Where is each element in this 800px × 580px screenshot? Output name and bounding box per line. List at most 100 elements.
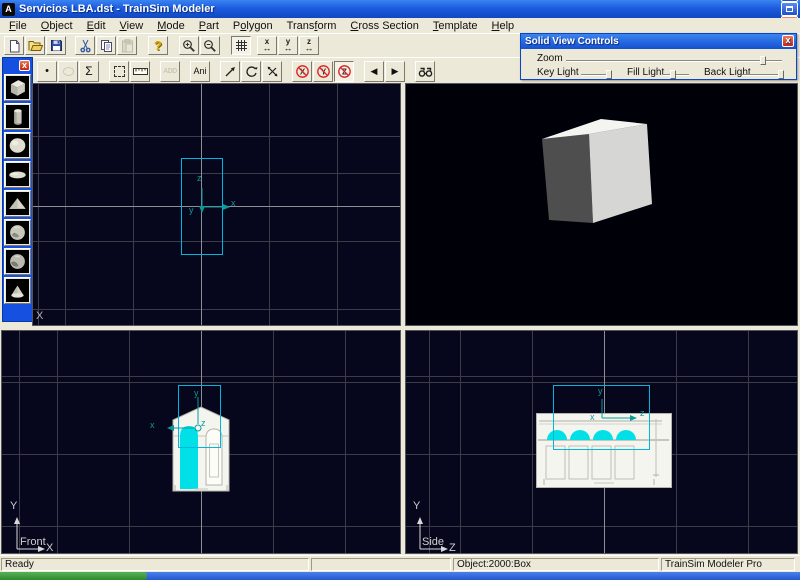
- zoom-slider-track[interactable]: [566, 60, 782, 62]
- view-name-label: Front: [20, 537, 46, 548]
- close-icon[interactable]: x: [19, 60, 30, 71]
- rotate-icon: [245, 65, 258, 78]
- shape-pyramid-button[interactable]: [4, 190, 31, 217]
- toolbar-separator: [283, 61, 292, 81]
- ellipse-button[interactable]: [58, 61, 78, 82]
- dialog-titlebar[interactable]: Solid View Controls x: [521, 34, 796, 49]
- add-polygon-button[interactable]: ADD: [160, 61, 180, 82]
- corner-axis-vertical: Y: [10, 501, 17, 512]
- zoom-slider-thumb[interactable]: [760, 56, 766, 65]
- menu-edit[interactable]: Edit: [80, 20, 113, 32]
- move-button[interactable]: [220, 61, 240, 82]
- menu-object[interactable]: Object: [34, 20, 80, 32]
- cut-button[interactable]: [75, 36, 95, 55]
- dialog-title: Solid View Controls: [525, 36, 619, 47]
- shape-globe-button[interactable]: [4, 219, 31, 246]
- shape-globe-2-button[interactable]: [4, 248, 31, 275]
- lock-z-icon: Z: [337, 64, 352, 79]
- taskbar: [0, 572, 800, 580]
- copy-button[interactable]: [96, 36, 116, 55]
- help-button[interactable]: ?: [148, 36, 168, 55]
- find-button[interactable]: [415, 61, 435, 82]
- lock-y-button[interactable]: Y: [313, 61, 333, 82]
- paste-icon: [121, 39, 134, 53]
- vertical-splitter[interactable]: [400, 84, 406, 555]
- shape-disc-button[interactable]: [4, 161, 31, 188]
- shape-sphere-icon: [6, 134, 29, 157]
- menu-template[interactable]: Template: [426, 20, 485, 32]
- shape-globe-2-icon: [6, 250, 29, 273]
- status-bar: ReadyObject:2000:BoxTrainSim Modeler Pro: [0, 555, 800, 572]
- toolbar-separator: [138, 36, 148, 56]
- axis-y-button[interactable]: y↔: [278, 36, 298, 55]
- status-object: Object:2000:Box: [453, 558, 659, 571]
- measure-button[interactable]: [130, 61, 150, 82]
- restore-icon[interactable]: [781, 2, 798, 16]
- lock-x-icon: X: [295, 64, 310, 79]
- menu-cross-section[interactable]: Cross Section: [343, 20, 425, 32]
- point-button[interactable]: •: [37, 61, 57, 82]
- viewport-corner-label: X: [36, 311, 43, 322]
- toolbar-separator: [151, 61, 160, 81]
- view-name-label: Side: [422, 537, 444, 548]
- animate-button[interactable]: Ani: [190, 61, 210, 82]
- marquee-button[interactable]: [109, 61, 129, 82]
- viewport-solid-preview[interactable]: [406, 84, 797, 325]
- menu-view[interactable]: View: [113, 20, 151, 32]
- lock-z-button[interactable]: Z: [334, 61, 354, 82]
- open-button[interactable]: [25, 36, 45, 55]
- menu-file[interactable]: File: [2, 20, 34, 32]
- axis-x-button[interactable]: x↔: [257, 36, 277, 55]
- axis-z-button[interactable]: z↔: [299, 36, 319, 55]
- next-button[interactable]: ▶: [385, 61, 405, 82]
- toolbar-separator: [169, 36, 179, 56]
- viewport-top[interactable]: z y x X: [33, 84, 400, 325]
- prev-button[interactable]: ◀: [364, 61, 384, 82]
- new-button[interactable]: [4, 36, 24, 55]
- grid-button[interactable]: [231, 36, 251, 55]
- axis-gizmo: [592, 395, 656, 425]
- copy-icon: [100, 39, 113, 53]
- zoom-out-button[interactable]: [200, 36, 220, 55]
- fill-light-slider-thumb[interactable]: [670, 70, 676, 79]
- menu-polygon[interactable]: Polygon: [226, 20, 280, 32]
- gizmo-label-x: x: [150, 421, 155, 430]
- menu-transform[interactable]: Transform: [280, 20, 344, 32]
- back-light-slider-label: Back Light: [704, 68, 751, 78]
- spline-button[interactable]: Σ: [79, 61, 99, 82]
- shape-palette-buttons: [3, 74, 32, 304]
- lock-x-button[interactable]: X: [292, 61, 312, 82]
- marquee-icon: [114, 66, 125, 77]
- title-bar[interactable]: A Servicios LBA.dst - TrainSim Modeler ×: [0, 0, 800, 18]
- status-ready: Ready: [1, 558, 309, 571]
- open-icon: [28, 39, 43, 52]
- zoom-slider-label: Zoom: [537, 54, 563, 64]
- menu-help[interactable]: Help: [485, 20, 522, 32]
- cut-icon: [80, 39, 91, 53]
- gizmo-label-z: z: [197, 174, 202, 183]
- save-button[interactable]: [46, 36, 66, 55]
- rotate-button[interactable]: [241, 61, 261, 82]
- shape-cone-button[interactable]: [4, 277, 31, 304]
- zoom-in-button[interactable]: [179, 36, 199, 55]
- horizontal-splitter[interactable]: [0, 325, 800, 331]
- close-icon[interactable]: x: [782, 35, 794, 47]
- paste-button[interactable]: [117, 36, 137, 55]
- viewport-side[interactable]: y x z Y Side Z: [406, 331, 797, 553]
- shape-box-button[interactable]: [4, 74, 31, 101]
- shape-cylinder-button[interactable]: [4, 103, 31, 130]
- menu-mode[interactable]: Mode: [150, 20, 192, 32]
- viewport-front[interactable]: y z x Y Front X: [2, 331, 400, 553]
- back-light-slider-thumb[interactable]: [778, 70, 784, 79]
- menu-bar: FileObjectEditViewModePartPolygonTransfo…: [0, 18, 800, 33]
- shape-sphere-button[interactable]: [4, 132, 31, 159]
- help-icon: ?: [154, 39, 162, 52]
- start-button-fragment[interactable]: [0, 572, 147, 580]
- toolbar-separator: [221, 36, 231, 56]
- shape-palette-titlebar[interactable]: x: [3, 58, 32, 74]
- key-light-slider-thumb[interactable]: [606, 70, 612, 79]
- menu-part[interactable]: Part: [192, 20, 226, 32]
- window-title: Servicios LBA.dst - TrainSim Modeler: [19, 3, 780, 15]
- fill-light-slider-label: Fill Light: [627, 68, 664, 78]
- scale-button[interactable]: [262, 61, 282, 82]
